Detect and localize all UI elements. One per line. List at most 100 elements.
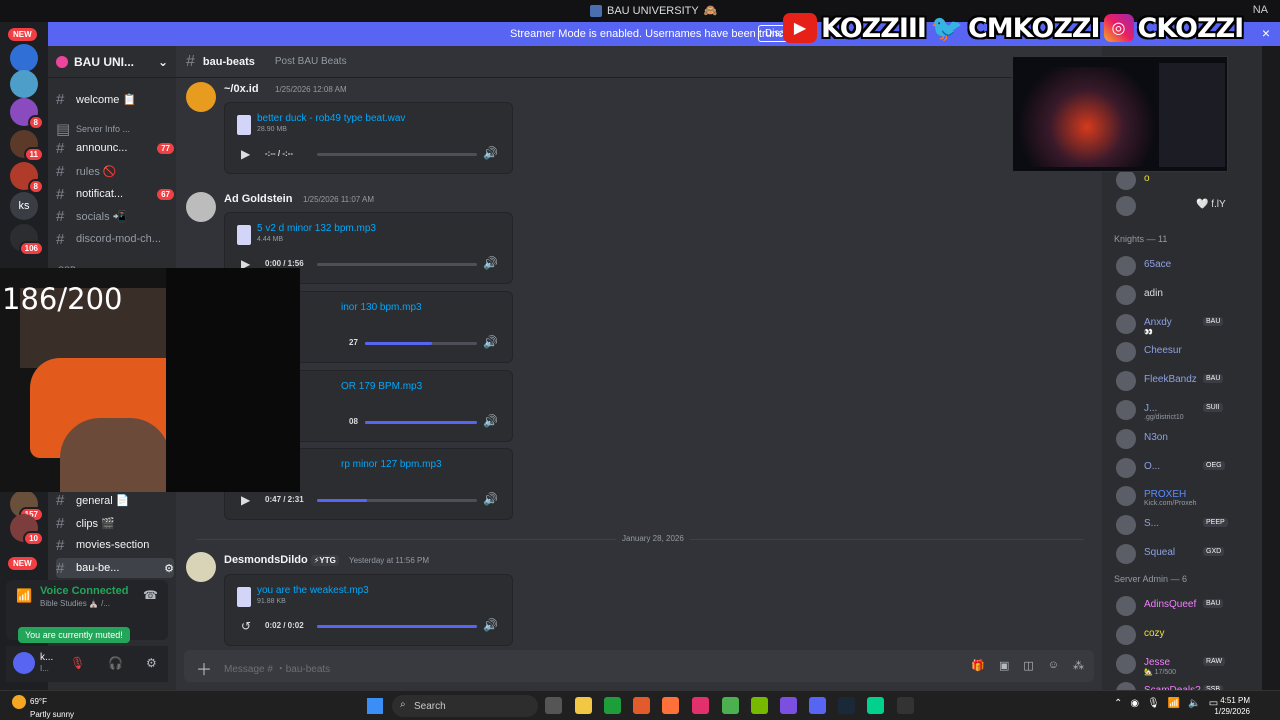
clock[interactable]: 4:51 PM 1/29/2026	[1214, 695, 1250, 717]
settings-gear-icon[interactable]: ⚙	[146, 656, 157, 670]
attachment-name[interactable]: you are the weakest.mp3	[257, 585, 369, 596]
member-item[interactable]: N3on	[1114, 427, 1260, 451]
windows-start-icon[interactable]	[367, 698, 383, 714]
message-author[interactable]: Ad Goldstein	[224, 193, 292, 205]
server-icon-5[interactable]: 8	[10, 162, 44, 194]
channel-notifications[interactable]: # notificat... 67	[56, 184, 174, 204]
attachment-name[interactable]: rp minor 127 bpm.mp3	[341, 459, 442, 470]
server-icon-3[interactable]: 8	[10, 98, 44, 130]
play-icon[interactable]: ▶	[241, 147, 250, 161]
gif-icon[interactable]: ▣	[999, 659, 1009, 672]
play-icon[interactable]: ▶	[241, 493, 250, 507]
attachment-name[interactable]: 5 v2 d minor 132 bpm.mp3	[257, 223, 376, 234]
sticker-icon[interactable]: ◫	[1023, 659, 1033, 672]
server-header[interactable]: BAU UNI... ⌄	[48, 46, 176, 78]
plus-icon[interactable]: ＋	[196, 656, 212, 680]
channel-movies[interactable]: # movies-section	[56, 535, 174, 555]
volume-icon[interactable]: 🔊	[483, 256, 498, 270]
channel-discord-mod[interactable]: # discord-mod-ch...	[56, 229, 174, 249]
chevron-up-icon[interactable]: ⌃	[1114, 698, 1122, 709]
epic-games-icon[interactable]	[897, 697, 914, 714]
volume-icon[interactable]: 🔊	[483, 492, 498, 506]
file-explorer-icon[interactable]	[575, 697, 592, 714]
avatar[interactable]	[186, 552, 216, 582]
member-item[interactable]: FleekBandz BAU	[1114, 369, 1260, 393]
member-item[interactable]: AdinsQueef BAU	[1114, 594, 1260, 618]
apps-icon[interactable]: ⁂	[1073, 659, 1084, 672]
channel-announcements[interactable]: # announc... 77	[56, 138, 174, 158]
firefox-icon[interactable]	[662, 697, 679, 714]
instagram-app-icon[interactable]	[692, 697, 709, 714]
server-icon-ks[interactable]: ks	[10, 192, 38, 220]
stream-preview[interactable]	[1012, 56, 1228, 172]
member-item[interactable]: PROXEH Kick.com/Proxeh	[1114, 484, 1260, 508]
attachment-name[interactable]: OR 179 BPM.mp3	[341, 381, 422, 392]
avatar[interactable]	[186, 192, 216, 222]
avatar[interactable]	[186, 82, 216, 112]
member-item[interactable]: J... SUII .gg/district10	[1114, 398, 1260, 422]
member-item[interactable]: adin	[1114, 283, 1260, 307]
playback-slider[interactable]	[317, 499, 477, 502]
headset-deafened-icon[interactable]: 🎧	[108, 656, 123, 670]
steam-icon[interactable]	[838, 697, 855, 714]
message-author[interactable]: ~/0x.id	[224, 83, 259, 95]
member-item[interactable]: Squeal GXD	[1114, 542, 1260, 566]
member-item[interactable]: cozy	[1114, 623, 1260, 647]
member-item[interactable]: Jesse RAW 🏡 17/500	[1114, 652, 1260, 676]
attachment-name[interactable]: inor 130 bpm.mp3	[341, 302, 422, 313]
playback-slider[interactable]	[317, 625, 477, 628]
channel-welcome[interactable]: # welcome 📋	[56, 89, 174, 109]
playback-slider[interactable]	[365, 342, 477, 345]
message-author[interactable]: DesmondsDildo ⚡YTG	[224, 554, 339, 566]
volume-icon[interactable]: 🔊	[483, 414, 498, 428]
member-item[interactable]: 65ace	[1114, 254, 1260, 278]
server-icon-1[interactable]	[10, 44, 38, 72]
xbox-icon[interactable]	[604, 697, 621, 714]
gear-icon[interactable]: ⚙	[164, 562, 174, 575]
volume-icon[interactable]: 🔊	[483, 618, 498, 632]
voice-channel-label[interactable]: Bible Studies ⛪ /...	[40, 599, 110, 608]
member-item[interactable]: Cheesur	[1114, 340, 1260, 364]
category-server-info[interactable]: ▤ Server Info ...	[56, 119, 174, 139]
nvidia-icon[interactable]	[751, 697, 768, 714]
avatar[interactable]	[13, 652, 35, 674]
taskbar-search[interactable]: ⌕ Search	[392, 695, 538, 717]
message-input[interactable]: Message # ・bau-beats	[224, 660, 330, 675]
app-icon[interactable]	[633, 697, 650, 714]
channel-bau-beats[interactable]: # bau-be... ⚙	[56, 558, 174, 578]
server-icon-4[interactable]: 11	[10, 130, 44, 162]
member-item[interactable]: S... PEEP	[1114, 513, 1260, 537]
volume-icon[interactable]: 🔊	[483, 335, 498, 349]
replay-icon[interactable]: ↺	[241, 619, 251, 633]
channel-clips[interactable]: # clips 🎬	[56, 513, 174, 533]
weather-widget[interactable]: 69°F Partly sunny	[12, 695, 74, 720]
obs-icon[interactable]	[780, 697, 797, 714]
message-composer[interactable]: ＋ Message # ・bau-beats 🎁 ▣ ◫ ☺ ⁂	[184, 650, 1094, 682]
task-view-icon[interactable]	[545, 697, 562, 714]
member-item[interactable]: Anxdy BAU 👀	[1114, 312, 1260, 336]
speaker-icon[interactable]: 🔈	[1188, 698, 1200, 709]
playback-slider[interactable]	[365, 421, 477, 424]
chrome-icon[interactable]	[722, 697, 739, 714]
member-item[interactable]: 🤍 f.lY	[1114, 194, 1260, 218]
app-icon-2[interactable]	[867, 697, 884, 714]
server-icon-9[interactable]: 10	[10, 514, 44, 546]
playback-slider[interactable]	[317, 153, 477, 156]
mic-icon[interactable]: 🎙	[1147, 698, 1160, 709]
mic-muted-icon[interactable]: 🎙	[70, 656, 85, 670]
channel-general[interactable]: # general 📄	[56, 490, 174, 510]
discord-icon[interactable]	[809, 697, 826, 714]
member-item[interactable]: O... OEG	[1114, 456, 1260, 480]
volume-icon[interactable]: 🔊	[483, 146, 498, 160]
playback-slider[interactable]	[317, 263, 477, 266]
emoji-icon[interactable]: ☺	[1048, 659, 1059, 672]
disconnect-icon[interactable]: ☎	[143, 588, 158, 602]
tray-app-icon[interactable]: ◉	[1130, 698, 1139, 709]
wifi-icon[interactable]: 📶	[1168, 698, 1180, 709]
channel-socials[interactable]: # socials 📲	[56, 206, 174, 226]
channel-rules[interactable]: # rules 🚫	[56, 161, 174, 181]
server-icon-2[interactable]	[10, 70, 38, 98]
server-icon-7[interactable]: 106	[10, 224, 44, 256]
gift-icon[interactable]: 🎁	[971, 659, 985, 672]
attachment-name[interactable]: better duck - rob49 type beat.wav	[257, 113, 405, 124]
